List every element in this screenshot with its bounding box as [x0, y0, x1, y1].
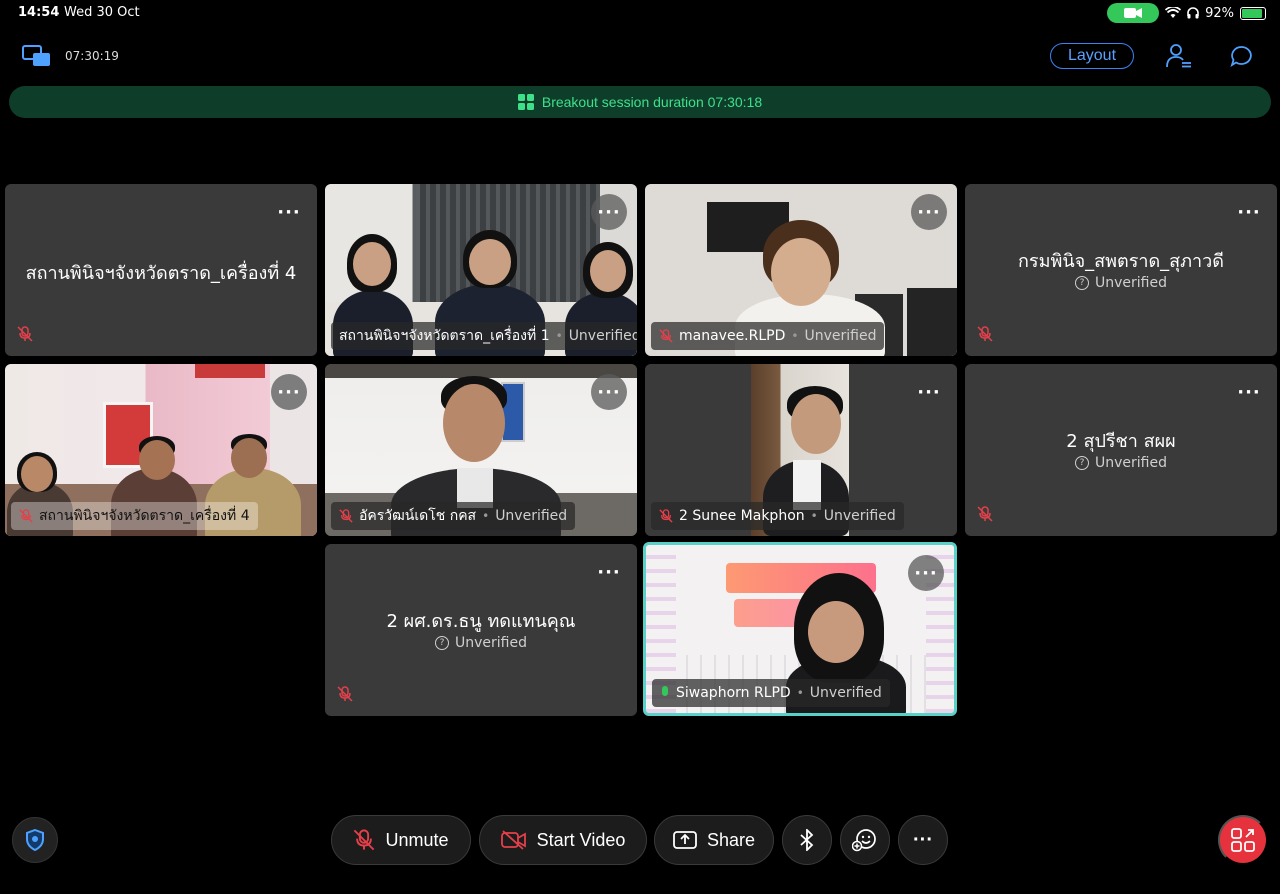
headphones-icon [1187, 7, 1199, 19]
battery-percent: 92% [1205, 5, 1234, 21]
security-shield-button[interactable] [12, 817, 58, 863]
more-options-button[interactable]: ··· [1231, 374, 1267, 410]
verification-status-row: ? Unverified [965, 455, 1277, 471]
verification-status: Unverified [809, 685, 882, 701]
participant-name-label: 2 Sunee Makphon • Unverified [651, 502, 904, 530]
wifi-icon [1165, 7, 1182, 18]
more-options-button[interactable]: ··· [1231, 194, 1267, 230]
muted-mic-icon [977, 506, 993, 526]
emoji-add-icon [852, 829, 876, 852]
muted-mic-icon [339, 509, 353, 523]
video-camera-icon [1124, 8, 1143, 18]
unmute-label: Unmute [385, 829, 449, 850]
active-mic-icon [662, 686, 668, 696]
participant-tile[interactable]: สถานพินิจฯจังหวัดตราด_เครื่องที่ 4 ··· [5, 184, 317, 356]
participant-name-label: สถานพินิจฯจังหวัดตราด_เครื่องที่ 4 [11, 502, 258, 530]
verification-status-row: ? Unverified [325, 635, 637, 651]
participant-name: กรมพินิจ_สพตราด_สุภาวดี [1018, 251, 1224, 272]
muted-mic-icon [977, 326, 993, 346]
verification-status-row: ? Unverified [965, 275, 1277, 291]
participant-tile[interactable]: ··· 2 Sunee Makphon • Unverified [645, 364, 957, 536]
participant-tile[interactable]: ··· manavee.RLPD • Unverified [645, 184, 957, 356]
shield-icon [26, 829, 44, 851]
participant-name: สถานพินิจฯจังหวัดตราด_เครื่องที่ 4 [39, 508, 250, 524]
more-options-button[interactable]: ··· [911, 374, 947, 410]
participant-name-label: manavee.RLPD • Unverified [651, 322, 885, 350]
more-options-button[interactable]: ··· [271, 374, 307, 410]
start-video-label: Start Video [536, 829, 626, 850]
participant-name: สถานพินิจฯจังหวัดตราด_เครื่องที่ 4 [25, 263, 297, 284]
screen-share-icon[interactable] [22, 44, 52, 72]
question-circle-icon: ? [435, 636, 449, 650]
breakout-duration-text: Breakout session duration 07:30:18 [541, 94, 763, 110]
question-circle-icon: ? [1075, 276, 1089, 290]
status-time: 14:54 [18, 5, 60, 20]
more-dots-icon: ··· [913, 828, 933, 851]
meeting-timer: 07:30:19 [65, 49, 119, 63]
chat-icon[interactable] [1230, 45, 1254, 71]
verification-status: Unverified [568, 328, 637, 344]
muted-mic-icon [659, 329, 673, 343]
camera-in-use-indicator [1107, 3, 1160, 23]
status-bar: 14:54 Wed 30 Oct 92% [0, 0, 1280, 26]
participant-tile[interactable]: ··· อัครวัฒน์เดโช กคส • Unverified [325, 364, 637, 536]
bluetooth-button[interactable] [782, 815, 832, 865]
verification-status: Unverified [1095, 275, 1167, 291]
verification-status: Unverified [455, 635, 527, 651]
more-options-button[interactable]: ··· [591, 194, 627, 230]
status-right: 92% [1107, 3, 1266, 23]
video-off-icon [500, 830, 526, 850]
participant-tile[interactable]: 2 สุปรีชา สผผ ? Unverified ··· [965, 364, 1277, 536]
reactions-button[interactable] [840, 815, 890, 865]
breakout-session-banner: Breakout session duration 07:30:18 [9, 86, 1271, 118]
more-options-button[interactable]: ··· [591, 374, 627, 410]
battery-icon [1240, 6, 1266, 20]
more-options-button[interactable]: ··· [908, 555, 944, 591]
share-button[interactable]: Share [654, 815, 774, 865]
muted-mic-icon [17, 326, 33, 346]
more-options-button[interactable]: ··· [911, 194, 947, 230]
participant-tile[interactable]: กรมพินิจ_สพตราด_สุภาวดี ? Unverified ··· [965, 184, 1277, 356]
participant-name: 2 Sunee Makphon [679, 508, 805, 524]
share-upload-icon [673, 831, 697, 849]
leave-session-icon [1231, 828, 1255, 852]
question-circle-icon: ? [1075, 456, 1089, 470]
unmute-button[interactable]: Unmute [331, 815, 471, 865]
verification-status: Unverified [823, 508, 896, 524]
bluetooth-icon [800, 829, 814, 851]
muted-mic-icon [337, 686, 353, 706]
active-speaker-tile[interactable]: ··· Siwaphorn RLPD • Unverified [643, 542, 957, 716]
participant-name: อัครวัฒน์เดโช กคส [359, 508, 477, 524]
more-options-button[interactable]: ··· [271, 194, 307, 230]
start-video-button[interactable]: Start Video [479, 815, 647, 865]
participant-tile[interactable]: ··· สถานพินิจฯจังหวัดตราด_เครื่องที่ 4 [5, 364, 317, 536]
participants-icon[interactable] [1166, 43, 1192, 73]
participant-name-label: Siwaphorn RLPD • Unverified [652, 679, 890, 707]
more-options-button[interactable]: ··· [591, 554, 627, 590]
verification-status: Unverified [495, 508, 568, 524]
status-date: Wed 30 Oct [64, 5, 140, 20]
breakout-grid-icon [517, 94, 534, 110]
muted-mic-icon [354, 829, 375, 851]
participant-tile[interactable]: ··· สถานพินิจฯจังหวัดตราด_เครื่องที่ 1 •… [325, 184, 637, 356]
participant-name: manavee.RLPD [679, 328, 786, 344]
leave-breakout-button[interactable] [1218, 815, 1268, 865]
verification-status: Unverified [804, 328, 877, 344]
participant-name: 2 สุปรีชา สผผ [1066, 431, 1176, 452]
participant-name-label: อัครวัฒน์เดโช กคส • Unverified [331, 502, 576, 530]
participant-name: สถานพินิจฯจังหวัดตราด_เครื่องที่ 1 [339, 328, 550, 344]
participant-name: 2 ผศ.ดร.ธนู ทดแทนคุณ [386, 611, 576, 632]
meeting-topbar: 07:30:19 Layout [0, 38, 1280, 74]
more-menu-button[interactable]: ··· [898, 815, 948, 865]
share-label: Share [706, 829, 756, 850]
verification-status: Unverified [1095, 455, 1167, 471]
muted-mic-icon [659, 509, 673, 523]
layout-button[interactable]: Layout [1050, 43, 1134, 69]
participant-name: Siwaphorn RLPD [676, 685, 791, 701]
participant-name-label: สถานพินิจฯจังหวัดตราด_เครื่องที่ 1 • Unv… [331, 322, 637, 350]
participant-tile[interactable]: 2 ผศ.ดร.ธนู ทดแทนคุณ ? Unverified ··· [325, 544, 637, 716]
muted-mic-icon [19, 509, 33, 523]
